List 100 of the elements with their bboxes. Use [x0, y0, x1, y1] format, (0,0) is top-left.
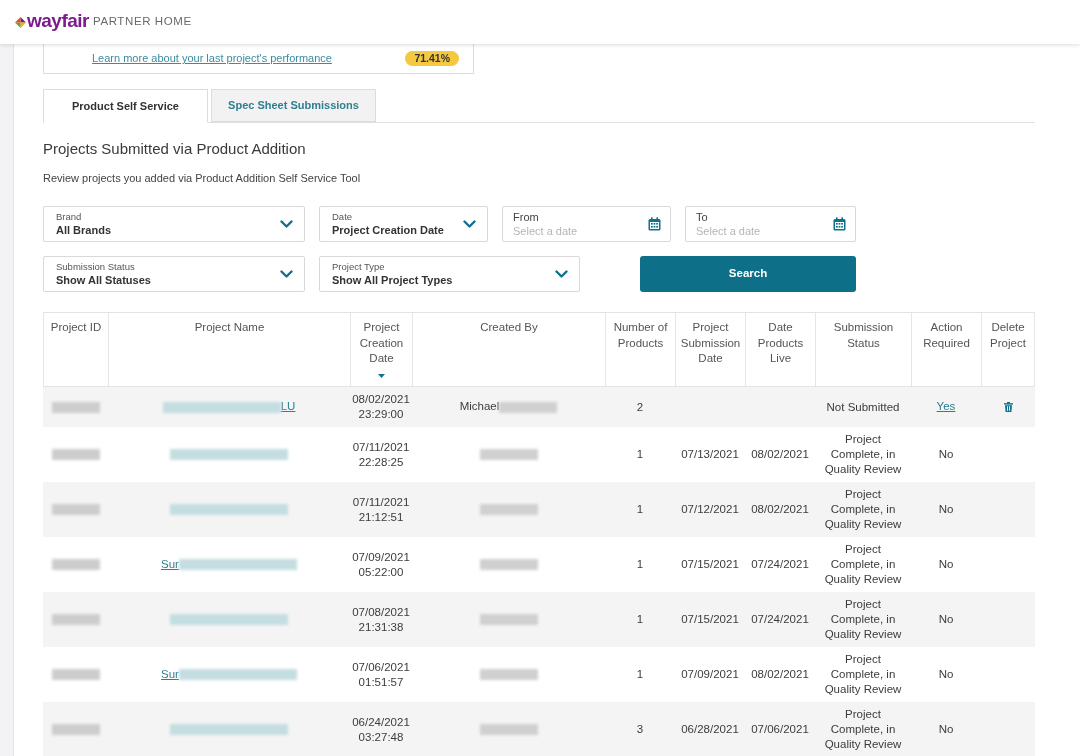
table-cell-text: Project Complete, in Quality Review — [823, 432, 903, 477]
table-cell-text: 07/15/2021 — [680, 612, 740, 627]
calendar-icon — [648, 217, 661, 231]
project-name-link[interactable]: Sur — [161, 665, 179, 684]
column-header: Project Submission Date — [675, 313, 745, 386]
action-link[interactable]: Yes — [936, 398, 956, 416]
table-cell-text: 07/06/2021 — [750, 722, 810, 737]
table-cell-text: 06/24/2021 03:27:48 — [351, 714, 411, 745]
search-button[interactable]: Search — [640, 256, 856, 292]
dropdown-select[interactable]: Project Type Show All Project Types — [319, 256, 580, 292]
redacted-block — [479, 504, 538, 515]
table-cell-text: 3 — [635, 722, 645, 737]
redacted-block — [51, 449, 100, 460]
table-cell-text: 1 — [635, 667, 645, 682]
logo-wordmark: wayfair — [27, 11, 89, 30]
section-title: Projects Submitted via Product Addition — [43, 139, 307, 159]
performance-link[interactable]: Learn more about your last project's performance — [92, 50, 332, 67]
dropdown-select[interactable]: Brand All Brands — [43, 206, 305, 242]
table-cell-text: 08/02/2021 — [750, 667, 810, 682]
chevron-down-icon — [280, 220, 293, 228]
chevron-down-icon — [280, 270, 293, 278]
table-cell-text: No — [938, 721, 954, 737]
table-cell-text: 07/06/2021 01:51:57 — [351, 659, 411, 690]
date-input[interactable]: Select a date — [696, 223, 776, 238]
column-header: Number of Products — [605, 313, 675, 386]
table-cell-text: Not Submitted — [825, 399, 901, 415]
redacted-block — [479, 669, 538, 680]
dropdown-select[interactable]: Submission Status Show All Statuses — [43, 256, 305, 292]
redacted-block — [51, 614, 100, 625]
column-header: Project Name — [108, 313, 350, 386]
site-subtitle: PARTNER HOME — [93, 14, 192, 30]
table-cell-text: 1 — [635, 557, 645, 572]
column-header: Project ID — [43, 313, 108, 386]
date-input[interactable]: Select a date — [513, 223, 593, 238]
dropdown-select[interactable]: Date Project Creation Date — [319, 206, 488, 242]
field-label: Project Type — [332, 261, 386, 273]
table-cell-text: Project Complete, in Quality Review — [823, 487, 903, 532]
table-cell-text: Project Complete, in Quality Review — [823, 707, 903, 752]
table-cell-text: 2 — [635, 399, 645, 415]
table-cell-text: Project Complete, in Quality Review — [823, 652, 903, 697]
table-cell-text: Project Complete, in Quality Review — [823, 542, 903, 587]
trash-icon[interactable] — [1003, 402, 1013, 412]
table-cell-text: 07/15/2021 — [680, 557, 740, 572]
table-cell-text: 07/11/2021 21:12:51 — [351, 494, 411, 525]
table-cell-text: 07/12/2021 — [680, 502, 740, 517]
creator-name: Michael — [459, 399, 500, 415]
table-cell-text: 1 — [635, 502, 645, 517]
project-name-link[interactable]: LU — [280, 398, 296, 416]
column-header: Action Required — [911, 313, 981, 386]
table-cell-text: No — [938, 666, 954, 682]
select-value: All Brands — [56, 223, 112, 237]
column-header: Submission Status — [815, 313, 911, 386]
table-cell-text: 1 — [635, 447, 645, 462]
chevron-down-icon — [463, 220, 476, 228]
table-cell-text: 08/02/2021 — [750, 447, 810, 462]
sort-caret-icon[interactable] — [378, 373, 385, 378]
table-cell-text: 07/09/2021 05:22:00 — [351, 549, 411, 580]
table-cell-text: No — [938, 611, 954, 627]
tab[interactable]: Product Self Service — [43, 89, 208, 123]
table-cell-text: 07/24/2021 — [750, 557, 810, 572]
table-cell-text: 07/13/2021 — [680, 447, 740, 462]
redacted-block — [479, 614, 538, 625]
table-cell-text: 07/11/2021 22:28:25 — [351, 439, 411, 470]
field-label: From — [513, 210, 539, 224]
redacted-block — [51, 559, 100, 570]
redacted-block — [479, 559, 538, 570]
table-cell-text: No — [938, 501, 954, 517]
select-value: Show All Statuses — [56, 273, 152, 287]
score-badge: 71.41% — [405, 51, 459, 66]
field-label: Date — [332, 211, 354, 223]
field-label: To — [696, 210, 708, 224]
select-value: Show All Project Types — [332, 273, 454, 287]
table-cell-text: 08/02/2021 — [750, 502, 810, 517]
chevron-down-icon — [555, 270, 568, 278]
redacted-block — [51, 669, 100, 680]
logo-icon — [15, 16, 26, 28]
field-label: Brand — [56, 211, 83, 223]
table-cell-text: 07/08/2021 21:31:38 — [351, 604, 411, 635]
redacted-block — [51, 724, 100, 735]
date-picker[interactable]: From Select a date — [502, 206, 671, 242]
redacted-block — [479, 449, 538, 460]
redacted-block — [499, 401, 558, 413]
select-value: Project Creation Date — [332, 223, 445, 237]
section-description: Review projects you added via Product Addition Self Service Tool — [43, 171, 362, 185]
column-header: Project Creation Date — [350, 313, 412, 386]
column-header: Date Products Live — [745, 313, 815, 386]
tab[interactable]: Spec Sheet Submissions — [211, 89, 376, 122]
table-cell-text: No — [938, 556, 954, 572]
table-cell-text: Project Complete, in Quality Review — [823, 597, 903, 642]
field-label: Submission Status — [56, 261, 136, 273]
project-name-link[interactable]: Sur — [161, 555, 179, 574]
column-header: Created By — [412, 313, 605, 386]
table-cell-text: 06/28/2021 — [680, 722, 740, 737]
redacted-block — [51, 504, 100, 515]
date-picker[interactable]: To Select a date — [685, 206, 856, 242]
calendar-icon — [833, 217, 846, 231]
table-cell-text: 07/09/2021 — [680, 667, 740, 682]
table-cell-text: 1 — [635, 612, 645, 627]
table-cell-text: 07/24/2021 — [750, 612, 810, 627]
table-cell-text: No — [938, 446, 954, 462]
